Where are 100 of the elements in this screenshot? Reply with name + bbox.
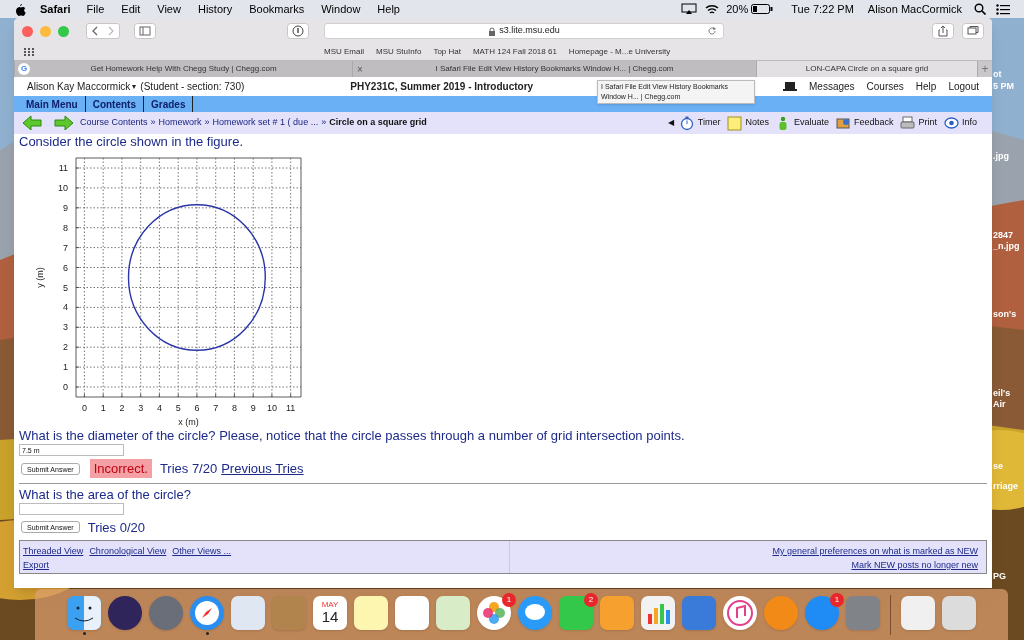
menu-item[interactable]: Edit: [121, 0, 141, 18]
menu-item[interactable]: Help: [377, 0, 400, 18]
tool-link[interactable]: Info: [962, 116, 977, 130]
dock-divider: [890, 594, 891, 635]
caret-icon[interactable]: ▾: [132, 80, 137, 93]
battery-icon[interactable]: [751, 4, 774, 14]
bookmark-link[interactable]: MSU Email: [324, 46, 364, 58]
safari-app-icon[interactable]: [190, 595, 224, 630]
apps-grid-icon[interactable]: [24, 48, 36, 56]
tabs-button[interactable]: [962, 23, 984, 39]
finder-app-icon[interactable]: [67, 595, 101, 630]
menu-item[interactable]: Window: [321, 0, 361, 18]
menu-item[interactable]: View: [157, 0, 181, 18]
tool-link[interactable]: Feedback: [853, 116, 894, 130]
tool-link[interactable]: Print: [918, 116, 937, 130]
facetime-app-icon[interactable]: [559, 595, 593, 630]
window-zoom-button[interactable]: [58, 25, 69, 37]
incorrect-badge: Incorrect.: [89, 459, 152, 479]
file-label: rriage: [993, 480, 1018, 493]
breadcrumb-separator: »: [204, 116, 210, 130]
tool-link[interactable]: Notes: [745, 116, 769, 130]
file-label: 2847: [993, 229, 1014, 242]
browser-tab[interactable]: LON-CAPA Circle on a square grid: [756, 61, 977, 77]
tab-title: Get Homework Help With Chegg Study | Chegg.com: [90, 63, 277, 75]
header-link[interactable]: Messages: [809, 79, 855, 94]
breadcrumb-separator: »: [150, 116, 156, 130]
tries-count: Tries 0/20: [87, 518, 145, 537]
menu-item[interactable]: File: [86, 0, 105, 18]
menu-item[interactable]: History: [197, 0, 233, 18]
clock[interactable]: Tue 7:22 PM: [791, 0, 854, 18]
breadcrumb-link[interactable]: Homework set # 1 ( due ...: [212, 116, 319, 130]
current-page-label: Circle on a square grid: [329, 116, 427, 130]
tick-label: 9: [63, 202, 68, 213]
breadcrumb-link[interactable]: Course Contents: [80, 116, 148, 130]
list-icon[interactable]: [996, 3, 1010, 15]
messages-app-icon[interactable]: [518, 595, 552, 630]
user-name[interactable]: Alison MacCormick: [867, 0, 962, 18]
footer-link[interactable]: Export: [23, 558, 49, 572]
favicon-icon: G: [18, 63, 30, 75]
tick-label: 7: [213, 403, 219, 413]
menu-item[interactable]: Safari: [40, 0, 71, 18]
window-close-button[interactable]: [22, 25, 33, 37]
axis-label: y (m): [35, 267, 45, 288]
tick-label: 9: [250, 403, 256, 413]
feedback-icon[interactable]: [835, 115, 851, 131]
bookmark-link[interactable]: MSU StuInfo: [376, 46, 422, 58]
apple-icon[interactable]: [14, 2, 26, 16]
header-link[interactable]: Help: [915, 79, 937, 94]
tool-link[interactable]: Timer: [697, 116, 721, 130]
tab-close-button[interactable]: ×: [357, 61, 363, 77]
footer-link[interactable]: Other Views ...: [172, 545, 232, 559]
collapse-arrow-icon[interactable]: ◀: [667, 117, 674, 129]
footer-link[interactable]: Chronological View: [89, 545, 167, 559]
file-label: _n.jpg: [993, 240, 1020, 253]
notification-badge: 1: [830, 592, 844, 607]
footer-link[interactable]: Mark NEW posts no longer new: [851, 558, 978, 572]
sidebar-button[interactable]: [134, 23, 156, 39]
battery-percentage: 20%: [726, 1, 749, 17]
airplay-icon[interactable]: [681, 3, 698, 15]
browser-tab[interactable]: G Get Homework Help With Chegg Study | Chegg.com: [14, 61, 352, 77]
notes-icon[interactable]: [727, 115, 743, 131]
tick-label: 0: [81, 403, 87, 413]
address-text: s3.lite.msu.edu: [499, 24, 560, 38]
timer-icon[interactable]: [679, 115, 695, 131]
tick-label: 2: [119, 403, 125, 413]
user-menu[interactable]: Alison Kay Maccormick: [27, 79, 131, 94]
reload-icon[interactable]: [707, 26, 717, 36]
share-button[interactable]: [932, 23, 954, 39]
tick-label: 3: [138, 403, 144, 413]
question-text: What is the area of the circle?: [19, 486, 192, 503]
wifi-icon[interactable]: [705, 3, 720, 15]
header-link[interactable]: Courses: [866, 79, 904, 94]
breadcrumb-link[interactable]: Homework: [158, 116, 202, 130]
answer-field[interactable]: [19, 502, 124, 515]
bookmark-link[interactable]: Homepage - M...e University: [568, 46, 671, 58]
menu-item[interactable]: Bookmarks: [249, 0, 305, 18]
numbers-app-icon[interactable]: [641, 595, 675, 630]
back-arrow-icon[interactable]: [22, 115, 42, 131]
info-icon[interactable]: [944, 115, 959, 131]
file-label: se: [993, 460, 1003, 473]
file-label: ot: [993, 68, 1002, 81]
photos-app-icon[interactable]: [477, 595, 511, 630]
previous-tries-link[interactable]: Previous Tries: [221, 459, 304, 479]
file-label: eil's: [993, 387, 1011, 400]
running-indicator: [205, 631, 209, 635]
footer-link[interactable]: My general preferences on what is marked as NEW: [772, 545, 978, 559]
tick-label: 3: [63, 322, 68, 333]
music-app-icon[interactable]: [723, 595, 757, 630]
print-icon[interactable]: [900, 115, 916, 131]
header-link[interactable]: Logout: [948, 79, 979, 94]
search-icon[interactable]: [974, 3, 986, 15]
bookmark-link[interactable]: MATH 124 Fall 2018 61: [472, 46, 557, 58]
address-bar[interactable]: s3.lite.msu.edu: [324, 23, 724, 39]
footer-link[interactable]: Threaded View: [23, 545, 84, 559]
browser-tab[interactable]: × I Safari File Edit View History Bookmarks Window H... | Chegg.com: [352, 61, 756, 77]
forward-arrow-icon[interactable]: [54, 115, 74, 131]
tool-link[interactable]: Evaluate: [793, 116, 829, 130]
info-button[interactable]: [287, 23, 309, 39]
calendar-app-icon[interactable]: MAY 14: [313, 595, 347, 630]
bookmark-link[interactable]: Top Hat: [433, 46, 461, 58]
